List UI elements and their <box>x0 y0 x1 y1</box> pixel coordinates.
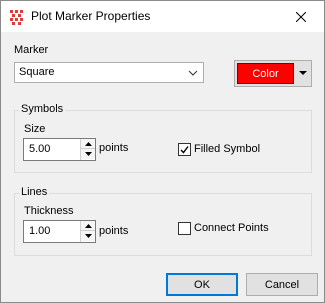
arrow-down-icon <box>84 152 92 156</box>
thickness-increment-button[interactable] <box>81 221 95 231</box>
plot-marker-properties-dialog: Plot Marker Properties Marker Square Col… <box>0 0 325 303</box>
thickness-label: Thickness <box>24 205 74 217</box>
app-icon <box>9 9 25 25</box>
color-dropdown-button[interactable] <box>295 61 311 86</box>
close-button[interactable] <box>278 1 324 32</box>
color-button-label: Color <box>252 67 279 80</box>
title-bar: Plot Marker Properties <box>1 1 324 32</box>
connect-points-label[interactable]: Connect Points <box>194 222 269 234</box>
size-spinbox[interactable]: 5.00 <box>23 138 96 161</box>
thickness-spinbox[interactable]: 1.00 <box>23 220 96 243</box>
filled-symbol-label[interactable]: Filled Symbol <box>194 143 260 155</box>
cancel-button-label: Cancel <box>264 278 300 291</box>
thickness-value: 1.00 <box>29 225 51 237</box>
color-split-button: Color <box>234 60 312 87</box>
marker-shape-value: Square <box>19 66 55 78</box>
dropdown-arrow-icon <box>299 71 307 75</box>
arrow-up-icon <box>84 223 92 228</box>
ok-button[interactable]: OK <box>166 273 238 296</box>
chevron-down-icon <box>188 70 198 76</box>
size-unit-label: points <box>99 142 129 154</box>
arrow-up-icon <box>84 141 92 146</box>
filled-symbol-checkbox[interactable] <box>178 143 191 156</box>
color-button[interactable]: Color <box>237 63 294 84</box>
size-value: 5.00 <box>29 143 51 155</box>
lines-group-title: Lines <box>19 186 50 198</box>
close-icon <box>296 11 306 22</box>
ok-button-label: OK <box>194 278 210 291</box>
checkmark-icon <box>180 146 189 154</box>
symbols-group-title: Symbols <box>19 103 66 115</box>
cancel-button[interactable]: Cancel <box>246 273 318 296</box>
marker-shape-select[interactable]: Square <box>14 62 204 83</box>
thickness-unit-label: points <box>99 225 129 237</box>
thickness-decrement-button[interactable] <box>81 231 95 241</box>
connect-points-checkbox[interactable] <box>178 222 191 235</box>
size-increment-button[interactable] <box>81 139 95 149</box>
size-decrement-button[interactable] <box>81 149 95 159</box>
size-label: Size <box>24 123 46 135</box>
window-title: Plot Marker Properties <box>31 9 151 23</box>
marker-label: Marker <box>14 44 49 56</box>
arrow-down-icon <box>84 234 92 238</box>
